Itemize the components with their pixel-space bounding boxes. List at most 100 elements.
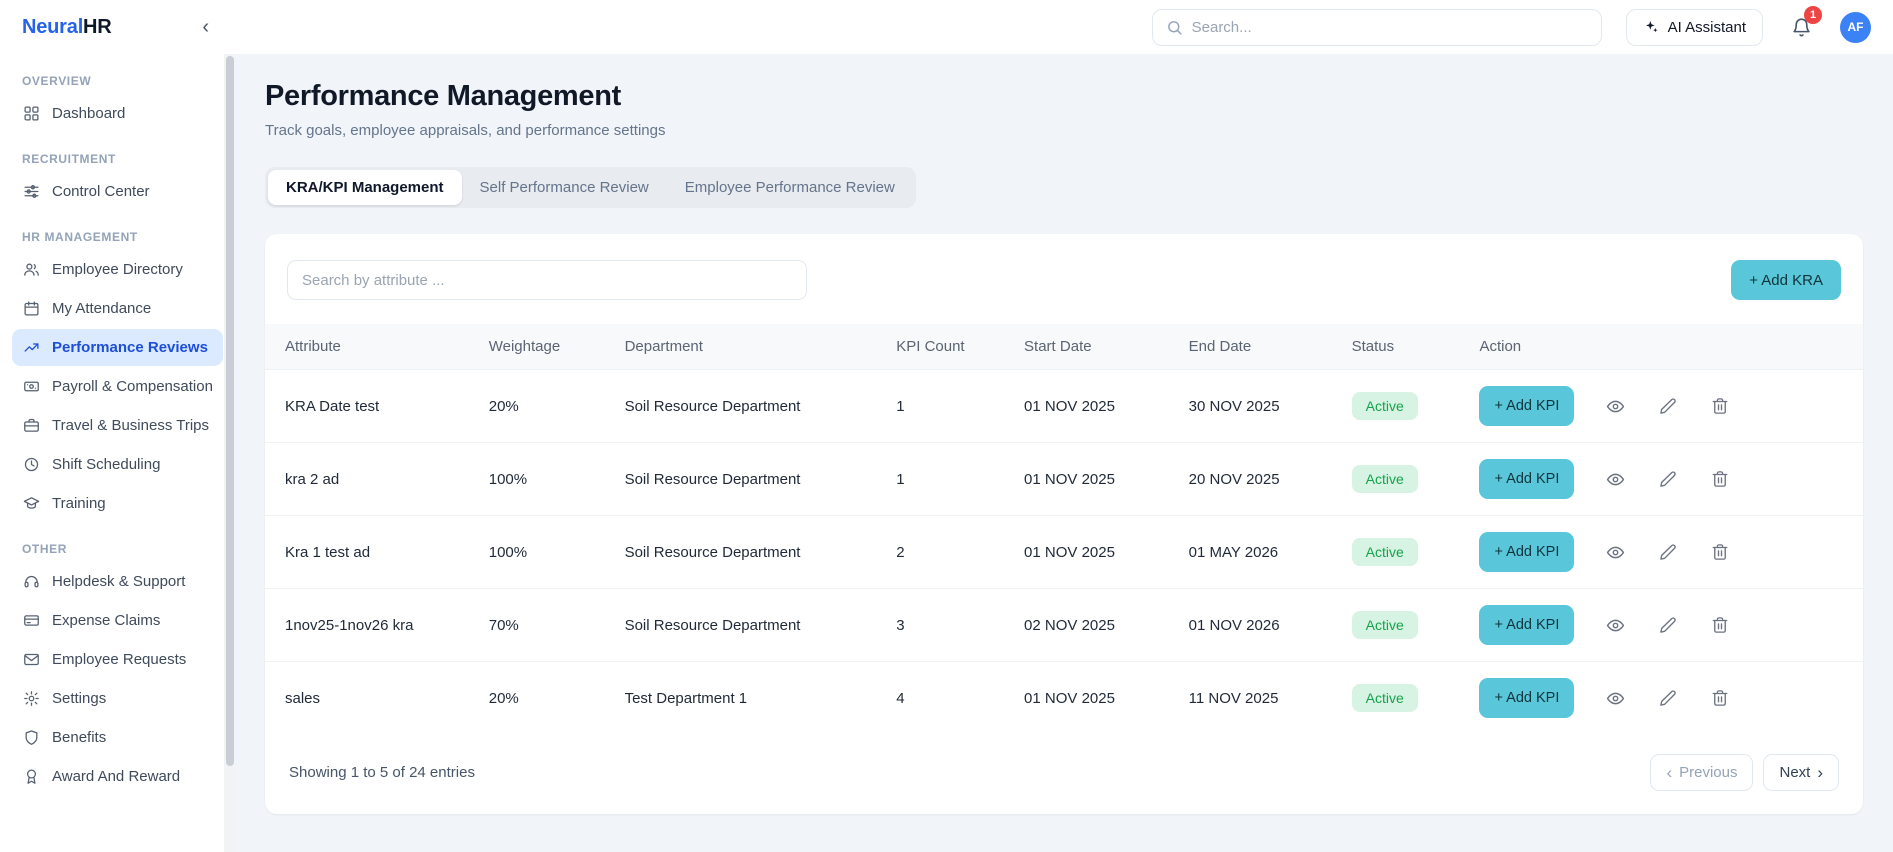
ai-assistant-label: AI Assistant [1667, 18, 1746, 36]
cell-attribute: kra 2 ad [265, 442, 473, 516]
sidebar-item-settings[interactable]: Settings [12, 680, 223, 717]
kra-table: Attribute Weightage Department KPI Count… [265, 324, 1863, 735]
cell-action: + Add KPI [1463, 588, 1863, 662]
chevron-left-icon: ‹ [202, 16, 209, 38]
delete-icon[interactable] [1709, 395, 1731, 417]
col-kpi-count: KPI Count [880, 324, 1009, 370]
table-row: kra 2 ad 100% Soil Resource Department 1… [265, 442, 1863, 516]
cell-department: Soil Resource Department [608, 515, 881, 589]
sidebar-item-label: Settings [52, 690, 107, 707]
view-icon[interactable] [1604, 541, 1627, 564]
delete-icon[interactable] [1709, 468, 1731, 490]
add-kpi-button[interactable]: + Add KPI [1479, 386, 1575, 426]
entries-summary: Showing 1 to 5 of 24 entries [289, 763, 475, 781]
delete-icon[interactable] [1709, 614, 1731, 636]
tab-kra-kpi-management[interactable]: KRA/KPI Management [268, 170, 462, 205]
add-kpi-button[interactable]: + Add KPI [1479, 605, 1575, 645]
edit-icon[interactable] [1657, 614, 1679, 636]
headset-icon [23, 573, 40, 590]
mail-icon [23, 651, 40, 668]
scrollbar-thumb[interactable] [225, 56, 234, 767]
cell-attribute: KRA Date test [265, 369, 473, 443]
users-icon [23, 261, 40, 278]
add-kpi-button[interactable]: + Add KPI [1479, 532, 1575, 572]
sidebar-item-my-attendance[interactable]: My Attendance [12, 290, 223, 327]
cell-kpi-count: 2 [880, 515, 1009, 589]
chart-icon [23, 339, 40, 356]
sidebar-item-benefits[interactable]: Benefits [12, 719, 223, 756]
sidebar-item-travel[interactable]: Travel & Business Trips [12, 407, 223, 444]
dashboard-icon [23, 105, 40, 122]
cell-attribute: sales [265, 661, 473, 735]
kra-toolbar: + Add KRA [265, 260, 1863, 324]
cell-end-date: 20 NOV 2025 [1172, 442, 1336, 516]
chevron-right-icon: › [1817, 762, 1823, 782]
sidebar-item-dashboard[interactable]: Dashboard [12, 95, 223, 132]
sidebar-item-training[interactable]: Training [12, 485, 223, 522]
add-kpi-button[interactable]: + Add KPI [1479, 459, 1575, 499]
attribute-search-input[interactable] [287, 260, 807, 300]
view-icon[interactable] [1604, 468, 1627, 491]
cell-status: Active [1335, 369, 1464, 443]
cell-start-date: 01 NOV 2025 [1008, 515, 1173, 589]
sidebar-item-shift-scheduling[interactable]: Shift Scheduling [12, 446, 223, 483]
view-icon[interactable] [1604, 395, 1627, 418]
cell-attribute: 1nov25-1nov26 kra [265, 588, 473, 662]
sidebar-scrollbar[interactable] [224, 54, 235, 852]
notification-badge: 1 [1804, 5, 1822, 24]
table-header-row: Attribute Weightage Department KPI Count… [265, 324, 1863, 370]
avatar[interactable]: AF [1840, 11, 1871, 43]
delete-icon[interactable] [1709, 541, 1731, 563]
next-page-button[interactable]: Next › [1763, 753, 1839, 791]
edit-icon[interactable] [1657, 687, 1679, 709]
table-row: Kra 1 test ad 100% Soil Resource Departm… [265, 515, 1863, 589]
add-kpi-button[interactable]: + Add KPI [1479, 678, 1575, 719]
calendar-icon [23, 300, 40, 317]
sidebar-item-award-and-reward[interactable]: Award And Reward [12, 758, 223, 795]
topbar: AI Assistant 1 AF [235, 0, 1893, 54]
cell-start-date: 01 NOV 2025 [1008, 661, 1173, 735]
previous-page-button[interactable]: ‹ Previous [1650, 753, 1754, 791]
sidebar-item-performance-reviews[interactable]: Performance Reviews [12, 329, 223, 366]
sidebar-item-payroll[interactable]: Payroll & Compensation [12, 368, 223, 405]
previous-label: Previous [1679, 763, 1738, 781]
main-area: AI Assistant 1 AF Performance Management… [235, 0, 1893, 852]
tab-bar: KRA/KPI Management Self Performance Revi… [265, 167, 916, 208]
sidebar-item-label: Expense Claims [52, 612, 161, 629]
edit-icon[interactable] [1657, 468, 1679, 490]
sidebar-item-expense-claims[interactable]: Expense Claims [12, 602, 223, 639]
col-action: Action [1463, 324, 1863, 370]
edit-icon[interactable] [1657, 395, 1679, 417]
tab-self-performance-review[interactable]: Self Performance Review [462, 170, 667, 205]
award-icon [23, 768, 40, 785]
status-badge: Active [1351, 538, 1418, 566]
sidebar-item-helpdesk[interactable]: Helpdesk & Support [12, 563, 223, 600]
notifications-button[interactable]: 1 [1787, 5, 1822, 42]
delete-icon[interactable] [1709, 687, 1731, 709]
search-input[interactable] [1191, 18, 1588, 36]
tab-employee-performance-review[interactable]: Employee Performance Review [667, 170, 913, 205]
sidebar-item-control-center[interactable]: Control Center [12, 173, 223, 210]
table-row: sales 20% Test Department 1 4 01 NOV 202… [265, 661, 1863, 735]
cell-weightage: 70% [472, 588, 609, 662]
cell-attribute: Kra 1 test ad [265, 515, 473, 589]
status-badge: Active [1351, 684, 1418, 713]
cell-weightage: 20% [472, 661, 609, 735]
edit-icon[interactable] [1657, 541, 1679, 563]
sidebar-item-employee-directory[interactable]: Employee Directory [12, 251, 223, 288]
cell-weightage: 20% [472, 369, 609, 443]
shield-icon [23, 729, 40, 746]
cell-department: Test Department 1 [608, 661, 881, 735]
cell-status: Active [1335, 442, 1464, 516]
credit-card-icon [23, 612, 40, 629]
sidebar-item-label: Employee Requests [52, 651, 187, 668]
sidebar-item-employee-requests[interactable]: Employee Requests [12, 641, 223, 678]
sidebar-collapse-button[interactable]: ‹ [196, 15, 215, 39]
sparkles-icon [1643, 19, 1659, 35]
add-kra-button[interactable]: + Add KRA [1731, 260, 1841, 300]
view-icon[interactable] [1604, 614, 1627, 637]
ai-assistant-button[interactable]: AI Assistant [1625, 8, 1763, 46]
table-row: KRA Date test 20% Soil Resource Departme… [265, 369, 1863, 443]
cell-department: Soil Resource Department [608, 369, 881, 443]
view-icon[interactable] [1604, 687, 1627, 710]
